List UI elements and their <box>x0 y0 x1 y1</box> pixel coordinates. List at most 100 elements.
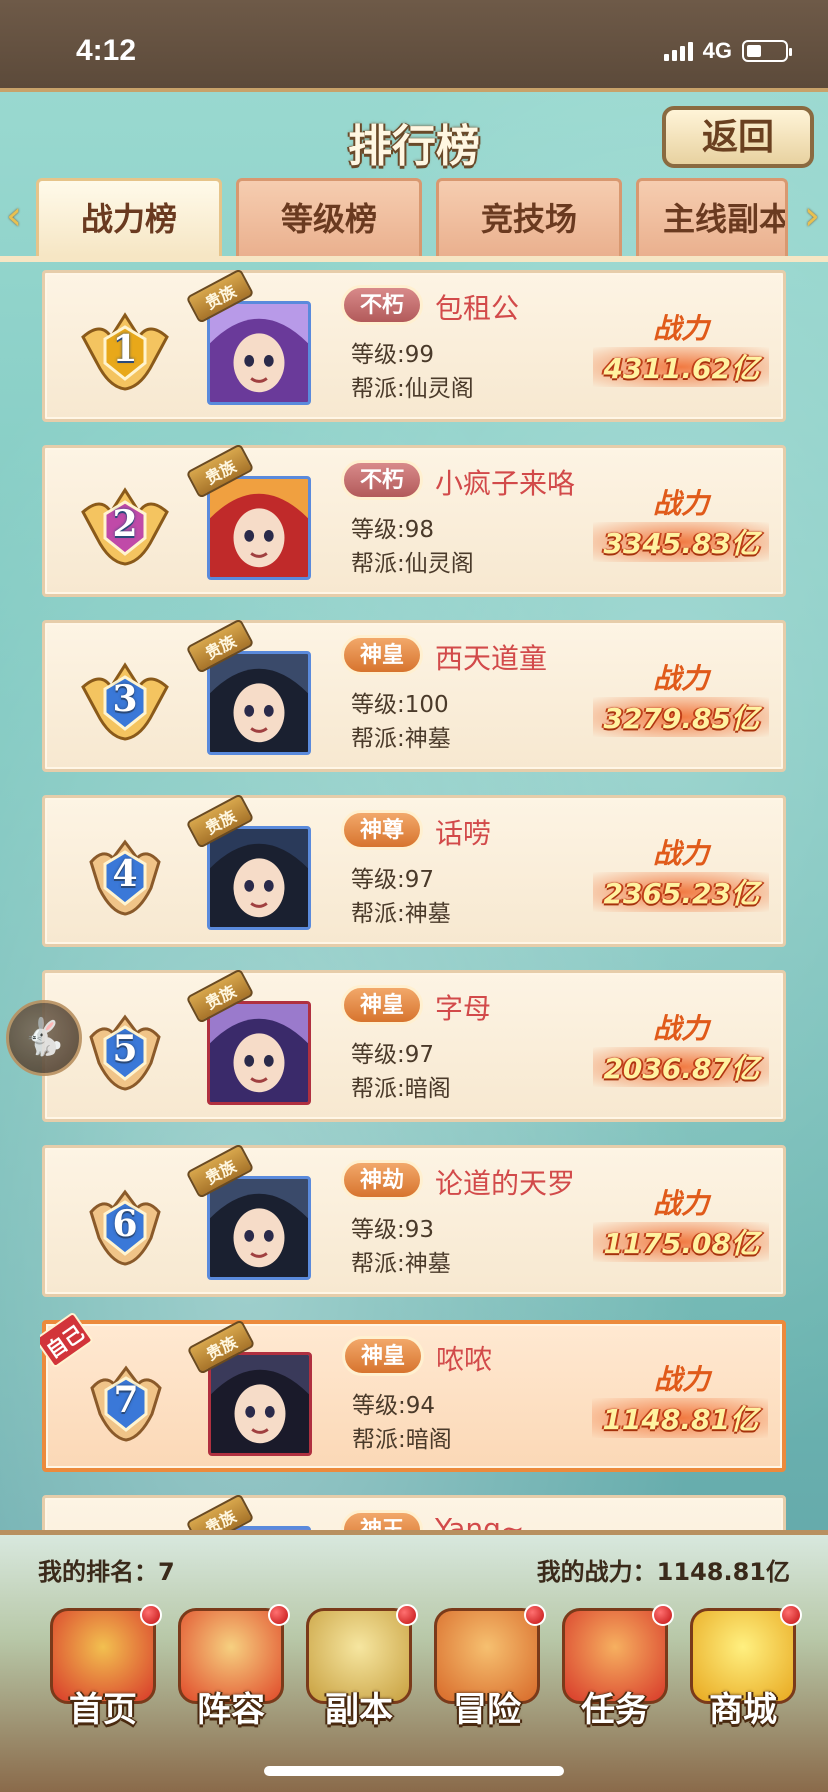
rank-number: 1 <box>112 328 138 370</box>
power-label: 战力 <box>652 837 709 870</box>
notification-dot-icon <box>652 1604 674 1626</box>
player-name: 小疯子来咯 <box>435 467 576 500</box>
nav-item-shop-gold[interactable]: 商城 <box>680 1600 806 1740</box>
rank-number: 6 <box>112 1203 138 1245</box>
notification-dot-icon <box>524 1604 546 1626</box>
rank-number: 2 <box>112 503 138 545</box>
hero-portrait <box>207 301 311 405</box>
notification-dot-icon <box>268 1604 290 1626</box>
nav-label: 首页 <box>69 1690 137 1730</box>
notification-dot-icon <box>140 1604 162 1626</box>
player-guild: 帮派:仙灵阁 <box>351 551 474 577</box>
player-level: 等级:93 <box>351 1217 435 1243</box>
rank-card[interactable]: 5 贵族 神皇 字母 等级:97 帮派:暗阁 战力 2036.87亿 <box>42 968 786 1122</box>
hero-portrait <box>207 476 311 580</box>
avatar[interactable]: 贵族 <box>185 968 321 1111</box>
status-time: 4:12 <box>76 34 137 67</box>
rank-card[interactable]: 2 贵族 不朽 小疯子来咯 等级:98 帮派:仙灵阁 战力 3345.83亿 <box>42 443 786 597</box>
tab-scroll-left-icon[interactable]: ‹ <box>2 192 26 240</box>
title-badge: 神尊 <box>341 810 423 850</box>
avatar[interactable]: 贵族 <box>185 793 321 936</box>
player-guild: 帮派:神墓 <box>351 901 451 927</box>
rank-badge-icon: 1 <box>81 307 169 391</box>
nav-label: 商城 <box>709 1690 777 1730</box>
rank-number: 7 <box>113 1379 139 1421</box>
rank-badge-icon: 5 <box>81 1007 169 1091</box>
power-label: 战力 <box>652 1012 709 1045</box>
player-guild: 帮派:暗阁 <box>352 1427 452 1453</box>
nav-item-adventure-fist[interactable]: 冒险 <box>424 1600 550 1740</box>
rank-badge-icon: 2 <box>81 482 169 566</box>
floating-menu-button[interactable]: 🐇 <box>6 1000 82 1076</box>
power-value: 3279.85亿 <box>593 697 769 737</box>
player-guild: 帮派:暗阁 <box>351 1076 451 1102</box>
bottom-nav: 首页 阵容 副本 冒险 任务 商城 <box>0 1600 828 1740</box>
title-badge: 不朽 <box>341 460 423 500</box>
battery-icon <box>742 40 792 62</box>
rank-card[interactable]: 4 贵族 神尊 话唠 等级:97 帮派:神墓 战力 2365.23亿 <box>42 793 786 947</box>
rank-card[interactable]: 8 贵族 神王 Yang~ 战力 <box>42 1493 786 1530</box>
hero-portrait <box>207 1001 311 1105</box>
rank-card[interactable]: 1 贵族 不朽 包租公 等级:99 帮派:仙灵阁 战力 4311.62亿 <box>42 270 786 422</box>
player-level: 等级:98 <box>351 517 435 543</box>
player-level: 等级:99 <box>351 342 435 368</box>
avatar[interactable]: 贵族 <box>185 1493 321 1530</box>
network-label: 4G <box>702 38 732 63</box>
player-name: 话唠 <box>435 817 492 850</box>
tab-arena[interactable]: 竞技场 <box>436 178 622 256</box>
rank-badge-icon: 7 <box>82 1358 170 1442</box>
rank-badge-icon: 6 <box>81 1182 169 1266</box>
hero-portrait <box>207 1176 311 1280</box>
tab-bar: ‹ 战力榜 等级榜 竞技场 主线副本 › <box>0 178 828 256</box>
tab-scroll-right-icon[interactable]: › <box>800 192 824 240</box>
nav-item-home-gate[interactable]: 首页 <box>40 1600 166 1740</box>
rank-card[interactable]: 6 贵族 神劫 论道的天罗 等级:93 帮派:神墓 战力 1175.08亿 <box>42 1143 786 1297</box>
tab-underline <box>0 256 828 262</box>
player-name: 论道的天罗 <box>435 1167 576 1200</box>
hero-portrait <box>207 651 311 755</box>
rank-card[interactable]: 3 贵族 神皇 西天道童 等级:100 帮派:神墓 战力 3279.85亿 <box>42 618 786 772</box>
avatar[interactable]: 贵族 <box>185 618 321 761</box>
tab-power-rank[interactable]: 战力榜 <box>36 178 222 256</box>
home-indicator <box>264 1766 564 1776</box>
power-value: 1148.81亿 <box>592 1398 768 1438</box>
rabbit-icon: 🐇 <box>21 1017 67 1058</box>
status-bar: 4:12 4G <box>0 0 828 92</box>
nav-item-dungeon[interactable]: 副本 <box>296 1600 422 1740</box>
nav-label: 副本 <box>325 1690 393 1730</box>
avatar[interactable]: 贵族 <box>186 1319 322 1462</box>
player-level: 等级:100 <box>351 692 449 718</box>
rank-card[interactable]: 自己 7 贵族 神皇 哝哝 等级:94 帮派:暗阁 战力 1148.81亿 <box>40 1311 786 1472</box>
title-badge: 不朽 <box>341 285 423 325</box>
avatar[interactable]: 贵族 <box>185 1143 321 1286</box>
title-badge: 神王 <box>341 1510 423 1530</box>
power-value: 2036.87亿 <box>593 1047 769 1087</box>
ranking-list[interactable]: 1 贵族 不朽 包租公 等级:99 帮派:仙灵阁 战力 4311.62亿 2 贵… <box>40 270 788 1530</box>
title-badge: 神劫 <box>341 1160 423 1200</box>
back-button[interactable]: 返回 <box>662 106 814 168</box>
player-name: 包租公 <box>435 292 520 325</box>
nav-label: 冒险 <box>453 1690 521 1730</box>
rank-number: 5 <box>112 1028 138 1070</box>
power-label: 战力 <box>652 487 709 520</box>
nav-item-lineup-scroll[interactable]: 阵容 <box>168 1600 294 1740</box>
nav-item-task-scroll[interactable]: 任务 <box>552 1600 678 1740</box>
power-label: 战力 <box>652 662 709 695</box>
power-value: 3345.83亿 <box>593 522 769 562</box>
vip-tag: 贵族 <box>185 1493 255 1530</box>
player-level: 等级:94 <box>352 1393 436 1419</box>
rank-number: 3 <box>112 678 138 720</box>
player-name: 西天道童 <box>435 642 548 675</box>
player-name: 字母 <box>435 992 492 1025</box>
power-value: 1175.08亿 <box>593 1222 769 1262</box>
player-level: 等级:97 <box>351 867 435 893</box>
tab-level-rank[interactable]: 等级榜 <box>236 178 422 256</box>
rank-badge-icon: 4 <box>81 832 169 916</box>
hero-portrait <box>208 1352 312 1456</box>
title-badge: 神皇 <box>341 985 423 1025</box>
power-label: 战力 <box>652 1187 709 1220</box>
player-name: 哝哝 <box>436 1343 493 1376</box>
tab-main-dungeon[interactable]: 主线副本 <box>636 178 788 256</box>
avatar[interactable]: 贵族 <box>185 443 321 586</box>
avatar[interactable]: 贵族 <box>185 270 321 411</box>
